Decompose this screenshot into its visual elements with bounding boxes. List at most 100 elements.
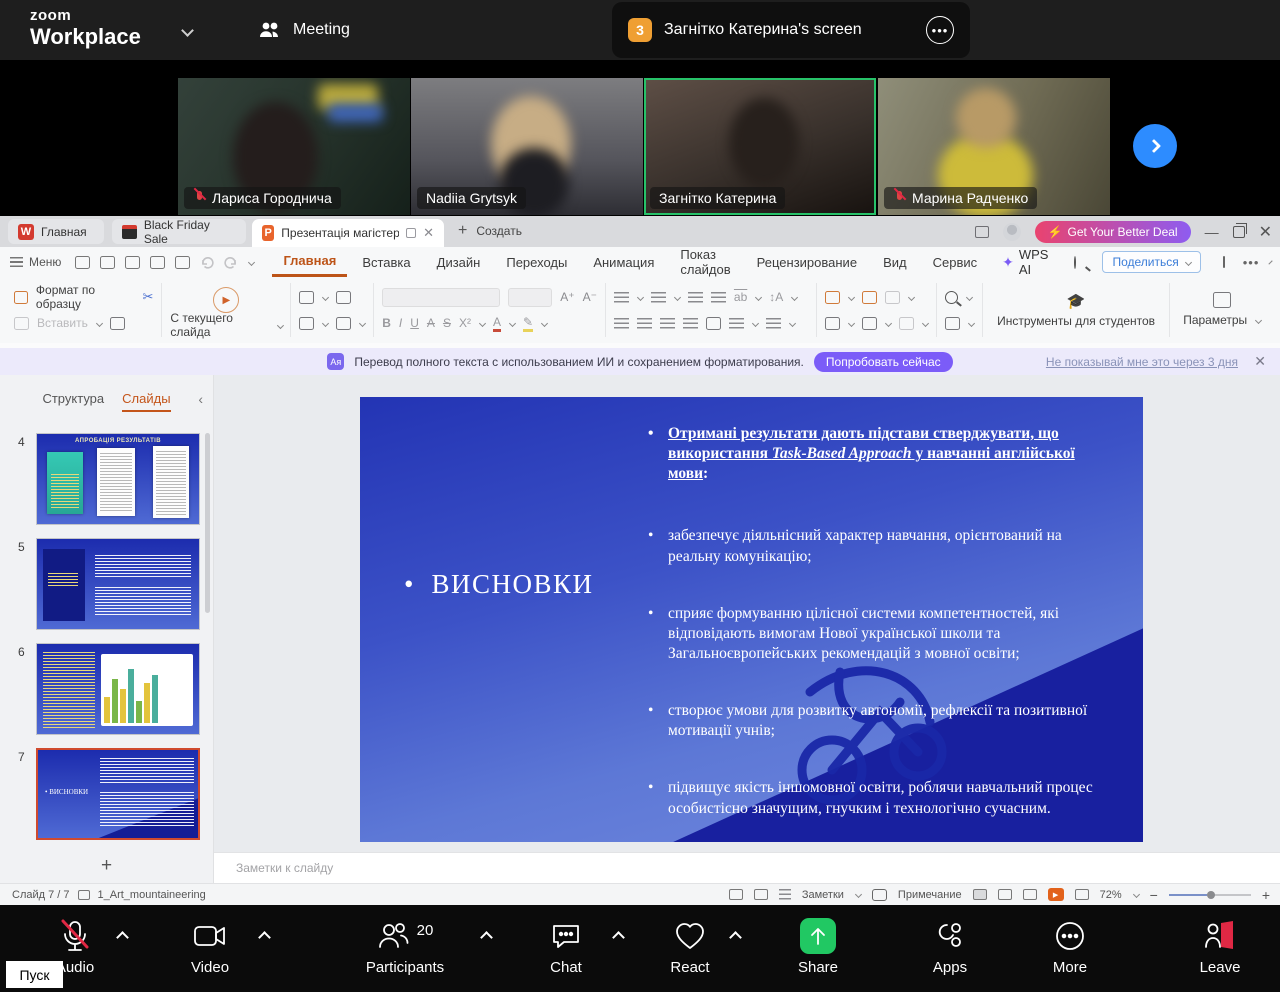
menu-item-slideshow[interactable]: Показ слайдов xyxy=(669,247,741,277)
zoom-out-icon[interactable]: − xyxy=(1150,887,1158,903)
tab-structure[interactable]: Структура xyxy=(42,391,104,412)
align-left-icon[interactable] xyxy=(614,318,629,329)
menu-item-tools[interactable]: Сервис xyxy=(922,247,989,277)
export-icon[interactable] xyxy=(125,256,140,269)
align-right-icon[interactable] xyxy=(660,318,675,329)
video-button[interactable]: Video xyxy=(155,915,265,976)
get-better-deal-button[interactable]: ⚡ Get Your Better Deal xyxy=(1035,221,1191,243)
menu-button[interactable]: Меню xyxy=(10,255,61,269)
reset-slide-icon[interactable] xyxy=(336,317,351,330)
comments-icon[interactable] xyxy=(1223,256,1225,268)
paste-icon[interactable] xyxy=(14,317,29,330)
menu-item-animation[interactable]: Анимация xyxy=(582,247,665,277)
decrease-font-icon[interactable]: A⁻ xyxy=(583,290,597,304)
minimize-button[interactable]: — xyxy=(1205,224,1219,240)
restore-button[interactable] xyxy=(1233,226,1245,238)
print-icon[interactable] xyxy=(150,256,165,269)
reading-view-icon[interactable] xyxy=(1023,889,1037,900)
bold-icon[interactable]: B xyxy=(382,316,391,330)
slide-canvas[interactable]: • ВИСНОВКИ • Отримані результати дають п… xyxy=(360,397,1143,842)
menu-item-transitions[interactable]: Переходы xyxy=(495,247,578,277)
picture-icon[interactable] xyxy=(862,291,877,304)
highlight-icon[interactable]: ✎ xyxy=(523,315,533,332)
format-painter-label[interactable]: Формат по образцу xyxy=(36,283,135,311)
superscript-icon[interactable]: X² xyxy=(459,316,471,330)
leave-button[interactable]: Leave xyxy=(1165,915,1275,976)
video-tile[interactable]: Лариса Городнича xyxy=(178,78,410,215)
collapse-ribbon-icon[interactable] xyxy=(1269,260,1273,264)
italic-icon[interactable]: I xyxy=(399,316,402,330)
menu-item-home[interactable]: Главная xyxy=(272,247,347,277)
arrange-icon[interactable] xyxy=(862,317,877,330)
menu-item-view[interactable]: Вид xyxy=(872,247,918,277)
save-icon[interactable] xyxy=(100,256,115,269)
open-icon[interactable] xyxy=(75,256,90,269)
share-button[interactable]: Share xyxy=(763,915,873,976)
slide-size-icon[interactable] xyxy=(729,889,743,900)
dismiss-link[interactable]: Не показывай мне это через 3 дня xyxy=(1046,355,1238,369)
apps-button[interactable]: Apps xyxy=(895,915,1005,976)
slideshow-play-button[interactable]: ▶ xyxy=(1048,888,1064,901)
paste-label[interactable]: Вставить xyxy=(37,316,88,330)
participants-options-chevron-icon[interactable] xyxy=(480,931,493,944)
columns-icon[interactable] xyxy=(706,317,721,330)
menu-item-review[interactable]: Рецензирование xyxy=(746,247,868,277)
shadow-icon[interactable]: S xyxy=(443,316,451,330)
workspace-chevron-down-icon[interactable] xyxy=(181,24,194,37)
slide-thumbnail-7-selected[interactable]: • ВИСНОВКИ xyxy=(36,748,200,840)
increase-font-icon[interactable]: A⁺ xyxy=(560,290,574,304)
student-tools-group[interactable]: 🎓 Инструменты для студентов xyxy=(983,283,1171,337)
replace-slide-icon[interactable] xyxy=(945,317,960,330)
slide-notes-area[interactable]: Заметки к слайду xyxy=(214,852,1280,883)
account-avatar[interactable] xyxy=(1003,223,1021,241)
comment-button[interactable]: Примечание xyxy=(898,889,962,901)
slide-thumbnail-5[interactable] xyxy=(36,538,200,630)
vertical-text-icon[interactable]: ↕A xyxy=(769,290,783,304)
avatar-insert-icon[interactable] xyxy=(885,291,900,304)
add-slide-button[interactable]: + xyxy=(0,855,213,877)
slide-sorter-icon[interactable] xyxy=(998,889,1012,900)
wps-tab-presentation[interactable]: P Презентація магістерська.p ✕ xyxy=(252,219,444,247)
video-tile[interactable]: Nadiia Grytsyk xyxy=(411,78,643,215)
font-color-icon[interactable]: A xyxy=(493,315,501,332)
slide-thumbnail-4[interactable]: АПРОБАЦІЯ РЕЗУЛЬТАТІВ xyxy=(36,433,200,525)
underline-icon[interactable]: U xyxy=(410,316,419,330)
windows-start-button[interactable]: Пуск xyxy=(6,961,63,988)
next-participants-button[interactable] xyxy=(1133,124,1177,168)
justify-icon[interactable] xyxy=(683,318,698,329)
panel-scrollbar[interactable] xyxy=(205,433,210,613)
try-now-button[interactable]: Попробовать сейчас xyxy=(814,352,953,372)
banner-close-icon[interactable]: ✕ xyxy=(1254,353,1266,370)
find-icon[interactable] xyxy=(945,291,958,304)
numbered-list-icon[interactable] xyxy=(651,292,666,303)
layout-switch-icon[interactable] xyxy=(975,226,989,238)
wps-tab-black-friday[interactable]: Black Friday Sale xyxy=(112,219,246,244)
decrease-indent-icon[interactable] xyxy=(688,292,703,303)
tab-meeting[interactable]: Meeting xyxy=(243,0,364,60)
menu-item-insert[interactable]: Вставка xyxy=(351,247,421,277)
react-button[interactable]: React xyxy=(635,915,745,976)
quick-access-chevron-icon[interactable] xyxy=(248,258,255,265)
merge-shapes-icon[interactable] xyxy=(899,317,914,330)
slide-thumbnail-6[interactable] xyxy=(36,643,200,735)
video-tile[interactable]: Марина Радченко xyxy=(878,78,1110,215)
close-window-button[interactable]: ✕ xyxy=(1259,222,1272,242)
from-current-slide-label[interactable]: С текущего слайда xyxy=(170,311,268,339)
increase-indent-icon[interactable] xyxy=(711,292,726,303)
search-icon[interactable] xyxy=(1074,256,1076,269)
collapse-panel-icon[interactable]: ‹ xyxy=(198,391,203,407)
close-tab-icon[interactable]: ✕ xyxy=(423,225,434,241)
shapes-icon[interactable] xyxy=(825,291,840,304)
cut-icon[interactable]: ✂ xyxy=(142,289,153,305)
format-painter-icon[interactable] xyxy=(14,291,28,304)
video-tile-active-speaker[interactable]: Загнітко Катерина xyxy=(644,78,876,215)
font-name-select[interactable] xyxy=(382,288,500,307)
wps-tab-home[interactable]: W Главная xyxy=(8,219,104,244)
tab-shared-screen[interactable]: 3 Загнітко Катерина's screen ••• xyxy=(612,2,970,58)
undo-icon[interactable] xyxy=(200,255,214,269)
fit-slide-icon[interactable] xyxy=(1075,889,1089,900)
tab-slides[interactable]: Слайды xyxy=(122,391,170,412)
params-group[interactable]: Параметры xyxy=(1170,283,1274,337)
more-button[interactable]: More xyxy=(1015,915,1125,976)
wps-ai-button[interactable]: ✦ WPS AI xyxy=(992,247,1058,277)
